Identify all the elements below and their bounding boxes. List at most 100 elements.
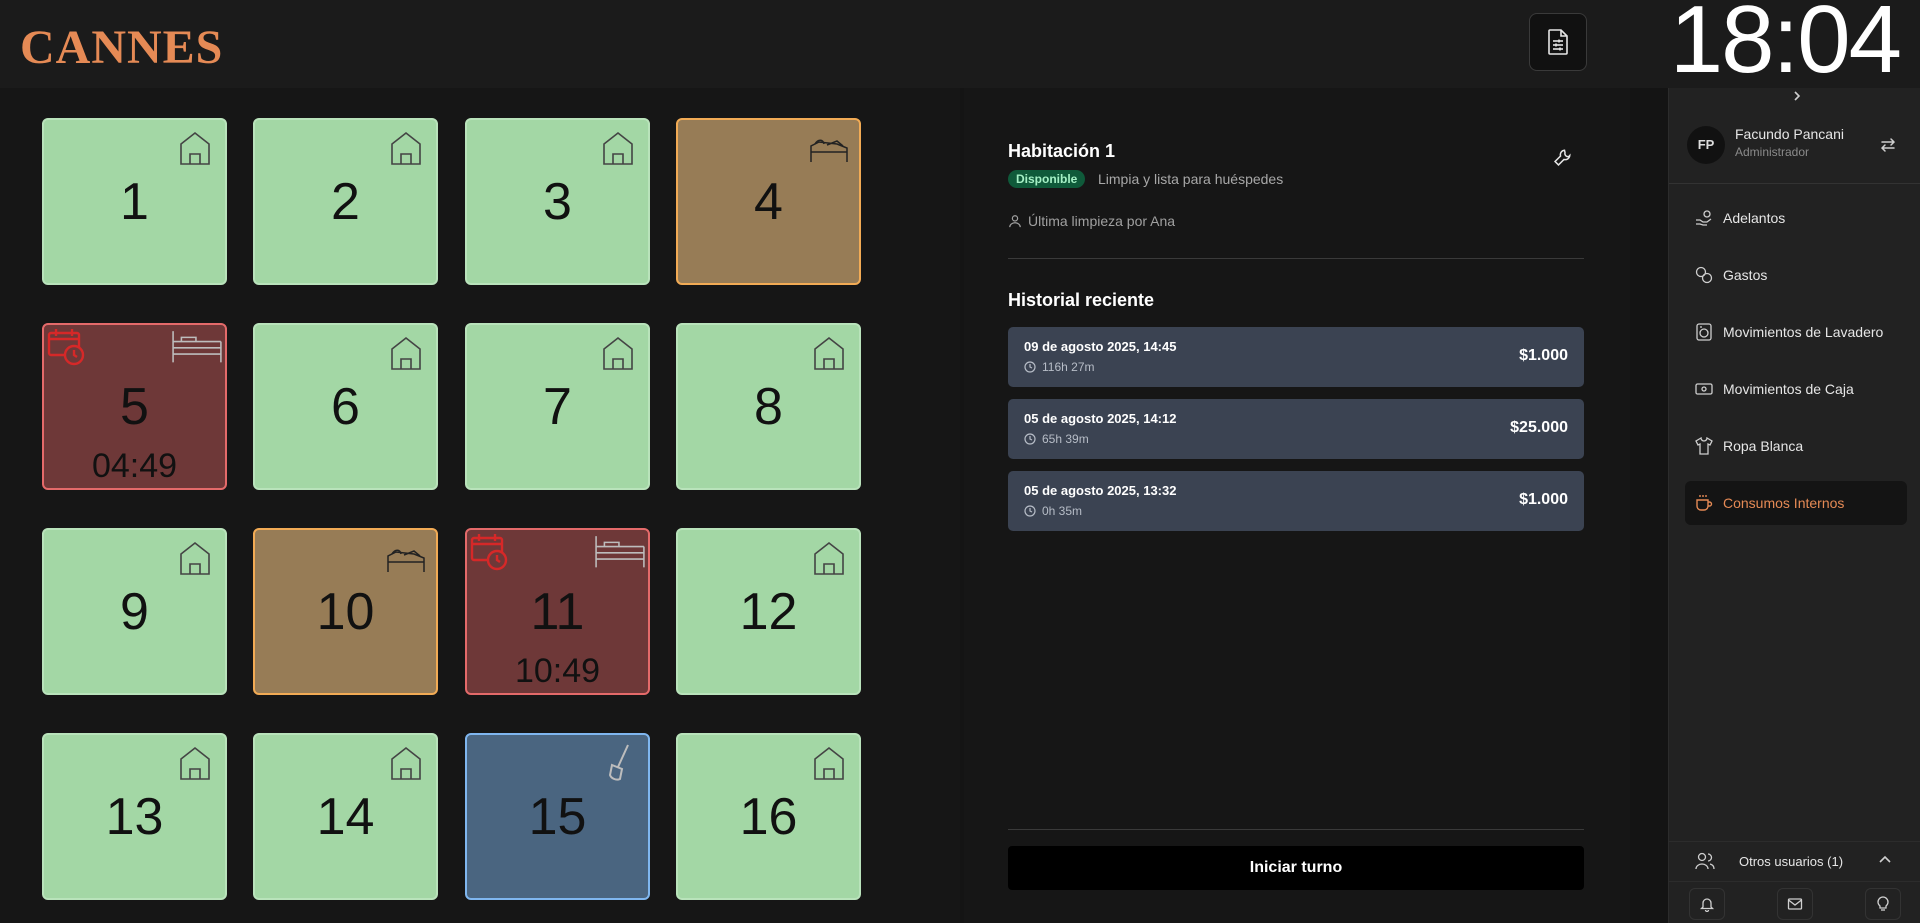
history-item[interactable]: 09 de agosto 2025, 14:45 116h 27m $1.000 [1008, 327, 1584, 387]
chevron-right-icon[interactable] [1789, 88, 1805, 104]
status-description: Limpia y lista para huéspedes [1098, 171, 1284, 187]
clock-icon [1024, 361, 1036, 373]
nav-item-ropa-blanca[interactable]: Ropa Blanca [1685, 424, 1907, 468]
nav-label: Movimientos de Lavadero [1723, 324, 1884, 340]
nav-item-lavadero[interactable]: Movimientos de Lavadero [1685, 310, 1907, 354]
sidebar: FP Facundo Pancani Administrador Adelant… [1668, 88, 1920, 923]
room-card-6[interactable]: 6 [253, 323, 438, 490]
clock-icon [1024, 505, 1036, 517]
room-number: 16 [739, 788, 798, 846]
room-card-9[interactable]: 9 [42, 528, 227, 695]
nav-label: Gastos [1723, 267, 1768, 283]
room-card-14[interactable]: 14 [253, 733, 438, 900]
room-card-11[interactable]: 11 10:49 [465, 528, 650, 695]
notifications-button[interactable] [1689, 888, 1725, 920]
room-number: 8 [754, 378, 783, 436]
bed-icon [594, 532, 646, 568]
switch-user-icon[interactable] [1879, 136, 1897, 154]
room-number: 10 [316, 583, 375, 641]
nav-label: Ropa Blanca [1723, 438, 1804, 454]
room-card-16[interactable]: 16 [676, 733, 861, 900]
bell-icon [1699, 898, 1715, 912]
room-number: 7 [543, 378, 572, 436]
room-number: 4 [754, 173, 783, 231]
history-item[interactable]: 05 de agosto 2025, 14:12 65h 39m $25.000 [1008, 399, 1584, 459]
room-card-15[interactable]: 15 [465, 733, 650, 900]
nav-label: Adelantos [1723, 210, 1786, 226]
room-detail-panel: Habitación 1 Disponible Limpia y lista p… [964, 88, 1630, 923]
avatar: FP [1687, 126, 1725, 164]
room-number: 15 [528, 788, 587, 846]
history-date: 05 de agosto 2025, 14:12 [1024, 411, 1177, 426]
history-duration: 116h 27m [1042, 360, 1095, 374]
room-card-13[interactable]: 13 [42, 733, 227, 900]
calendar-clock-icon [46, 327, 86, 367]
user-role: Administrador [1735, 145, 1810, 159]
room-card-12[interactable]: 12 [676, 528, 861, 695]
history-item[interactable]: 05 de agosto 2025, 13:32 0h 35m $1.000 [1008, 471, 1584, 531]
mail-icon [1787, 898, 1803, 910]
clock-icon [1024, 433, 1036, 445]
banknote-icon [1695, 383, 1713, 395]
room-number: 1 [120, 173, 149, 231]
room-card-1[interactable]: 1 [42, 118, 227, 285]
history-amount: $1.000 [1519, 347, 1568, 364]
sidebar-bottom-bar [1669, 881, 1920, 923]
report-settings-icon [1548, 29, 1568, 55]
room-card-8[interactable]: 8 [676, 323, 861, 490]
nav-item-caja[interactable]: Movimientos de Caja [1685, 367, 1907, 411]
lightbulb-icon [1877, 896, 1889, 911]
home-icon [598, 333, 638, 373]
history-date: 09 de agosto 2025, 14:45 [1024, 339, 1177, 354]
history-date: 05 de agosto 2025, 13:32 [1024, 483, 1177, 498]
room-timer: 10:49 [514, 652, 601, 690]
room-card-7[interactable]: 7 [465, 323, 650, 490]
mop-icon [598, 743, 638, 783]
history-amount: $1.000 [1519, 491, 1568, 508]
room-card-3[interactable]: 3 [465, 118, 650, 285]
room-number: 5 [120, 378, 149, 436]
room-number: 3 [543, 173, 572, 231]
history-amount: $25.000 [1510, 419, 1568, 436]
room-card-5[interactable]: 5 04:49 [42, 323, 227, 490]
divider [1008, 258, 1584, 259]
history-duration: 0h 35m [1042, 504, 1083, 518]
history-title: Historial reciente [1008, 290, 1155, 310]
coffee-icon [1696, 495, 1713, 511]
report-settings-button[interactable] [1529, 13, 1587, 71]
home-icon [386, 743, 426, 783]
nav-item-adelantos[interactable]: Adelantos [1685, 196, 1907, 240]
room-number: 13 [105, 788, 164, 846]
other-users-toggle[interactable]: Otros usuarios (1) [1669, 841, 1920, 877]
last-cleaning: Última limpieza por Ana [1028, 213, 1176, 229]
start-shift-button[interactable]: Iniciar turno [1008, 846, 1584, 890]
other-users-label: Otros usuarios (1) [1739, 854, 1844, 869]
wrench-icon[interactable] [1554, 148, 1572, 166]
room-grid: 1 2 3 4 5 04:49 6 7 8 9 10 11 10:49 12 13 14 15 16 [0, 88, 960, 923]
unmade-bed-icon [386, 538, 426, 578]
hand-coins-icon [1696, 210, 1712, 226]
home-icon [809, 743, 849, 783]
unmade-bed-icon [809, 128, 849, 168]
user-icon [1009, 215, 1021, 228]
home-icon [598, 128, 638, 168]
room-number: 9 [120, 583, 149, 641]
home-icon [809, 538, 849, 578]
home-icon [175, 538, 215, 578]
home-icon [386, 333, 426, 373]
chevron-up-icon [1879, 855, 1891, 863]
users-icon [1695, 852, 1715, 870]
user-card: FP Facundo Pancani Administrador [1669, 104, 1920, 184]
room-card-2[interactable]: 2 [253, 118, 438, 285]
shirt-icon [1695, 437, 1713, 455]
clock: 18:04 [1669, 0, 1902, 93]
tips-button[interactable] [1865, 888, 1901, 920]
nav-item-consumos-internos[interactable]: Consumos Internos [1685, 481, 1907, 525]
room-timer: 04:49 [91, 447, 178, 485]
home-icon [175, 128, 215, 168]
nav-item-gastos[interactable]: Gastos [1685, 253, 1907, 297]
room-card-4[interactable]: 4 [676, 118, 861, 285]
messages-button[interactable] [1777, 888, 1813, 920]
room-number: 12 [739, 583, 798, 641]
room-card-10[interactable]: 10 [253, 528, 438, 695]
